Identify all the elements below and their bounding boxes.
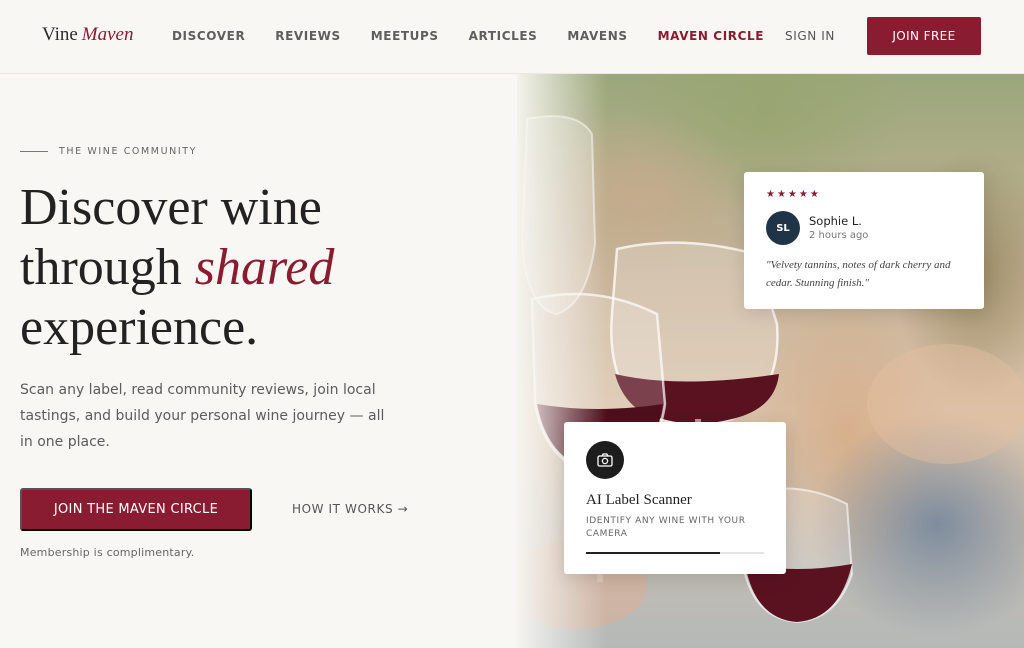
how-it-works-link[interactable]: HOW IT WORKS → bbox=[292, 502, 408, 516]
scanner-subtitle: IDENTIFY ANY WINE WITH YOUR CAMERA bbox=[586, 516, 746, 539]
review-timestamp: 2 hours ago bbox=[809, 230, 869, 241]
join-maven-circle-button[interactable]: JOIN THE MAVEN CIRCLE bbox=[20, 488, 252, 531]
hero-eyebrow: THE WINE COMMUNITY bbox=[20, 146, 197, 157]
rating-stars: ★★★★★ bbox=[766, 189, 821, 200]
reviewer-avatar: SL bbox=[766, 211, 800, 245]
membership-note: Membership is complimentary. bbox=[20, 546, 195, 559]
nav-articles[interactable]: ARTICLES bbox=[469, 29, 538, 43]
logo-name: Vine bbox=[42, 24, 78, 45]
eyebrow-divider bbox=[20, 151, 48, 152]
scan-progress-fill bbox=[586, 552, 720, 554]
scan-progress-bar bbox=[586, 552, 764, 554]
camera-glyph bbox=[597, 453, 613, 467]
review-card[interactable]: ★★★★★ SL Sophie L. 2 hours ago "Velvety … bbox=[744, 172, 984, 309]
nav-maven-circle[interactable]: MAVEN CIRCLE bbox=[658, 29, 764, 43]
brand-logo[interactable]: Vine Maven bbox=[42, 24, 134, 46]
camera-icon[interactable] bbox=[586, 441, 624, 479]
headline-line-2a: through bbox=[20, 239, 195, 296]
headline-line-3: experience. bbox=[20, 299, 259, 356]
headline-line-1: Discover wine bbox=[20, 179, 322, 236]
label-scanner-card[interactable]: AI Label Scanner IDENTIFY ANY WINE WITH … bbox=[564, 422, 786, 574]
reviewer-name: Sophie L. bbox=[809, 214, 862, 228]
review-quote: "Velvety tannins, notes of dark cherry a… bbox=[766, 259, 951, 289]
headline-emphasis: shared bbox=[194, 239, 335, 296]
nav-reviews[interactable]: REVIEWS bbox=[275, 29, 340, 43]
join-free-button[interactable]: JOIN FREE bbox=[867, 17, 981, 55]
nav-meetups[interactable]: MEETUPS bbox=[371, 29, 439, 43]
nav-discover[interactable]: DISCOVER bbox=[172, 29, 245, 43]
sign-in-link[interactable]: SIGN IN bbox=[785, 29, 835, 43]
hero-subtext: Scan any label, read community reviews, … bbox=[20, 382, 385, 450]
main-nav: DISCOVER REVIEWS MEETUPS ARTICLES MAVENS… bbox=[172, 29, 764, 43]
logo-accent: Maven bbox=[81, 24, 134, 45]
eyebrow-text: THE WINE COMMUNITY bbox=[59, 146, 198, 157]
scanner-title: AI Label Scanner bbox=[586, 492, 692, 508]
nav-mavens[interactable]: MAVENS bbox=[567, 29, 627, 43]
hero-headline: Discover wine through shared experience. bbox=[20, 178, 490, 358]
site-header: Vine Maven DISCOVER REVIEWS MEETUPS ARTIC… bbox=[0, 0, 1024, 74]
